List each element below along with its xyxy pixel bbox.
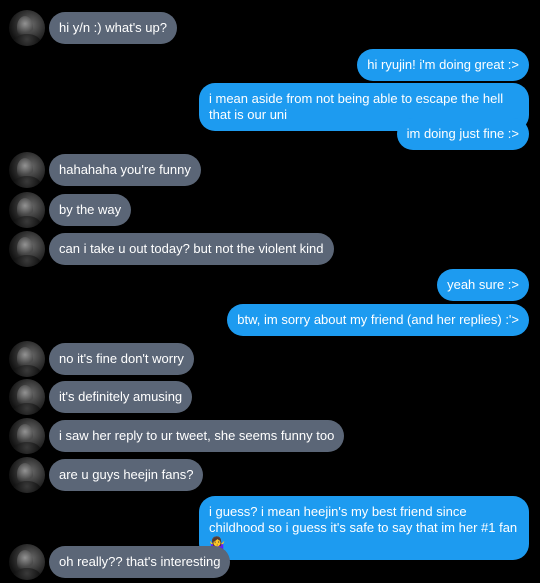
message-row-incoming: it's definitely amusing (0, 379, 540, 415)
avatar[interactable] (9, 457, 45, 493)
avatar[interactable] (9, 10, 45, 46)
incoming-message-bubble[interactable]: i saw her reply to ur tweet, she seems f… (49, 420, 345, 452)
avatar[interactable] (9, 231, 45, 267)
message-row-outgoing: im doing just fine :> (0, 118, 540, 150)
message-row-incoming: hahahaha you're funny (0, 152, 540, 188)
avatar[interactable] (9, 152, 45, 188)
message-row-outgoing: btw, im sorry about my friend (and her r… (0, 304, 540, 336)
message-row-incoming: oh really?? that's interesting (0, 544, 540, 580)
message-row-incoming: can i take u out today? but not the viol… (0, 231, 540, 267)
message-row-incoming: hi y/n :) what's up? (0, 10, 540, 46)
outgoing-message-bubble[interactable]: btw, im sorry about my friend (and her r… (227, 304, 529, 336)
outgoing-message-bubble[interactable]: yeah sure :> (437, 269, 529, 301)
incoming-message-bubble[interactable]: oh really?? that's interesting (49, 546, 231, 578)
message-row-incoming: are u guys heejin fans? (0, 457, 540, 493)
avatar[interactable] (9, 192, 45, 228)
incoming-message-bubble[interactable]: hi y/n :) what's up? (49, 12, 177, 44)
incoming-message-bubble[interactable]: by the way (49, 194, 132, 226)
message-row-outgoing: yeah sure :> (0, 269, 540, 301)
incoming-message-bubble[interactable]: no it's fine don't worry (49, 343, 194, 375)
avatar[interactable] (9, 341, 45, 377)
incoming-message-bubble[interactable]: can i take u out today? but not the viol… (49, 233, 334, 265)
message-row-outgoing: hi ryujin! i'm doing great :> (0, 49, 540, 81)
incoming-message-bubble[interactable]: hahahaha you're funny (49, 154, 201, 186)
avatar[interactable] (9, 544, 45, 580)
message-row-incoming: i saw her reply to ur tweet, she seems f… (0, 418, 540, 454)
avatar[interactable] (9, 379, 45, 415)
incoming-message-bubble[interactable]: are u guys heejin fans? (49, 459, 204, 491)
message-row-incoming: no it's fine don't worry (0, 341, 540, 377)
avatar[interactable] (9, 418, 45, 454)
incoming-message-bubble[interactable]: it's definitely amusing (49, 381, 193, 413)
outgoing-message-bubble[interactable]: im doing just fine :> (396, 118, 529, 150)
message-row-incoming: by the way (0, 192, 540, 228)
outgoing-message-bubble[interactable]: hi ryujin! i'm doing great :> (357, 49, 529, 81)
